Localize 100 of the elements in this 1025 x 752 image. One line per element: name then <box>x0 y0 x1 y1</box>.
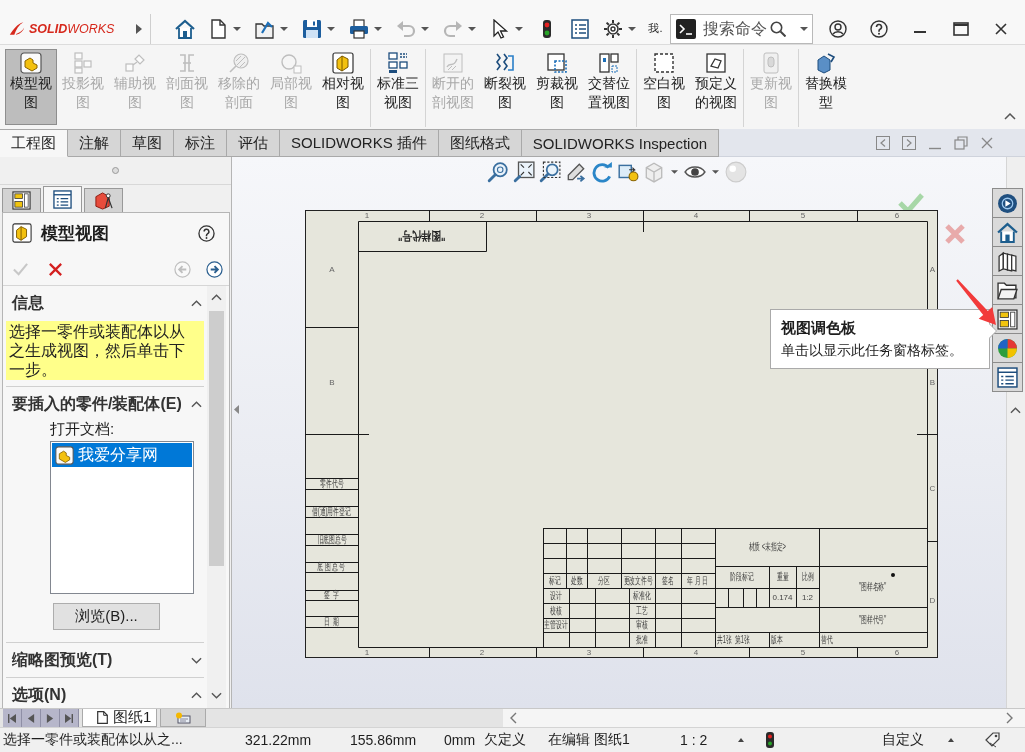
search-icon[interactable] <box>769 20 786 37</box>
chevron-up-icon[interactable] <box>191 299 202 307</box>
search-field[interactable]: 搜索命令 <box>669 13 813 44</box>
print-icon[interactable] <box>349 18 370 39</box>
tab[interactable]: 工程图 <box>0 129 68 157</box>
sheet-nav-button[interactable] <box>60 709 79 727</box>
task-pane-button[interactable] <box>992 217 1023 247</box>
chevron-up-icon[interactable] <box>1004 113 1016 120</box>
list-item[interactable]: 我爱分享网 <box>52 443 192 467</box>
zoom-to-fit-icon[interactable] <box>513 161 535 183</box>
caret-icon[interactable] <box>799 26 808 31</box>
sheet-nav-button[interactable] <box>22 709 41 727</box>
zoom-icon[interactable] <box>487 161 509 183</box>
chevron-down-icon[interactable] <box>191 656 202 664</box>
ribbon-button[interactable]: 断裂视图 <box>479 49 531 125</box>
panel-tab[interactable] <box>43 186 82 212</box>
tab[interactable]: 注解 <box>68 129 121 157</box>
task-pane-button[interactable] <box>992 246 1023 276</box>
new-document-icon[interactable] <box>208 18 229 39</box>
save-icon[interactable] <box>302 18 323 39</box>
caret-icon[interactable] <box>327 26 336 31</box>
zone-number: 5 <box>800 211 806 220</box>
caret-up-icon[interactable] <box>948 738 954 742</box>
expand-arrow-icon[interactable] <box>136 23 143 34</box>
ribbon-button[interactable]: 模型视图 <box>5 49 57 125</box>
task-pane-button[interactable] <box>992 362 1023 392</box>
task-pane-button[interactable] <box>992 275 1023 305</box>
section-title[interactable]: 信息 <box>12 292 44 314</box>
section-title[interactable]: 要插入的零件/装配体(E) <box>12 393 182 415</box>
scroll-left-icon[interactable] <box>510 712 517 724</box>
tag-icon[interactable] <box>985 732 1001 748</box>
add-sheet-button[interactable] <box>160 709 206 727</box>
traffic-light-icon[interactable] <box>766 732 774 748</box>
caret-icon[interactable] <box>515 26 524 31</box>
rotate-icon[interactable] <box>591 161 613 183</box>
document-list[interactable]: 我爱分享网 <box>50 441 194 594</box>
chevron-up-icon[interactable] <box>191 400 202 408</box>
grip-icon[interactable] <box>112 167 119 174</box>
ribbon-button[interactable]: 相对视图 <box>317 49 369 125</box>
pencil-arrow-icon[interactable] <box>565 161 587 183</box>
settings-icon[interactable] <box>603 18 624 39</box>
ribbon-button[interactable]: 空白视图 <box>638 49 690 125</box>
folder-icon <box>997 279 1018 301</box>
terminal-icon[interactable] <box>675 18 696 39</box>
tab[interactable]: 评估 <box>227 129 280 157</box>
previous-icon[interactable] <box>876 135 890 150</box>
caret-icon[interactable] <box>628 26 637 31</box>
next-icon[interactable] <box>902 135 916 150</box>
task-pane-button[interactable] <box>992 304 1023 334</box>
check-icon[interactable] <box>898 193 924 213</box>
unit-system[interactable]: 自定义 <box>882 731 924 749</box>
panel-tab[interactable] <box>84 188 123 212</box>
close-icon[interactable] <box>994 22 1007 35</box>
task-pane-button[interactable] <box>992 188 1023 218</box>
search-input[interactable]: 搜索命令 <box>702 19 769 38</box>
user-icon[interactable] <box>828 19 847 38</box>
tab[interactable]: 图纸格式 <box>438 129 522 157</box>
chevron-up-icon[interactable] <box>1010 407 1021 414</box>
scrollbar-thumb[interactable] <box>209 311 224 566</box>
sheet-nav-button[interactable] <box>3 709 22 727</box>
title-block-label: 年 月 日 <box>687 575 709 586</box>
tab[interactable]: SOLIDWORKS 插件 <box>280 129 439 157</box>
home-icon[interactable] <box>175 18 196 39</box>
list-icon[interactable] <box>570 18 591 39</box>
ribbon-button[interactable]: 标准三视图 <box>372 49 424 125</box>
browse-button[interactable]: 浏览(B)... <box>53 603 160 630</box>
section-title[interactable]: 选项(N) <box>12 684 67 706</box>
help-icon[interactable] <box>869 19 888 38</box>
scroll-up-icon[interactable] <box>211 294 222 301</box>
caret-up-icon[interactable] <box>738 738 744 742</box>
ribbon-button[interactable]: 替换模型 <box>800 49 852 125</box>
scroll-down-icon[interactable] <box>211 692 222 699</box>
caret-icon[interactable] <box>671 170 678 174</box>
sheet-tab[interactable]: 图纸1 <box>82 709 157 727</box>
maximize-icon[interactable] <box>952 21 969 36</box>
scroll-right-icon[interactable] <box>1006 712 1013 724</box>
ribbon-button[interactable]: 预定义的视图 <box>690 49 742 125</box>
caret-icon[interactable] <box>233 26 242 31</box>
caret-icon[interactable] <box>374 26 383 31</box>
zoom-area-icon[interactable] <box>539 161 561 183</box>
horizontal-scrollbar[interactable] <box>503 709 1025 727</box>
help-icon[interactable] <box>198 224 215 242</box>
chevron-up-icon[interactable] <box>191 691 202 699</box>
cross-icon[interactable] <box>47 260 64 278</box>
sheet-scale[interactable]: 1 : 2 <box>680 732 708 748</box>
ribbon-button[interactable]: 交替位置视图 <box>583 49 635 125</box>
tab[interactable]: 标注 <box>174 129 227 157</box>
tab[interactable]: 草图 <box>121 129 174 157</box>
definition-status: 欠定义 <box>484 731 526 749</box>
caret-icon[interactable] <box>712 170 719 174</box>
sheet-nav-button[interactable] <box>41 709 60 727</box>
tab[interactable]: SOLIDWORKS Inspection <box>521 129 720 157</box>
scrollbar[interactable] <box>207 286 226 708</box>
caret-icon[interactable] <box>280 26 289 31</box>
minimize-icon[interactable] <box>913 30 926 33</box>
pointer-icon[interactable] <box>490 18 511 39</box>
collapse-arrow-icon[interactable] <box>234 405 239 414</box>
panel-tab[interactable] <box>2 188 41 212</box>
ribbon-button[interactable]: 剪裁视图 <box>531 49 583 125</box>
title-block-label: 批准 <box>636 634 648 645</box>
